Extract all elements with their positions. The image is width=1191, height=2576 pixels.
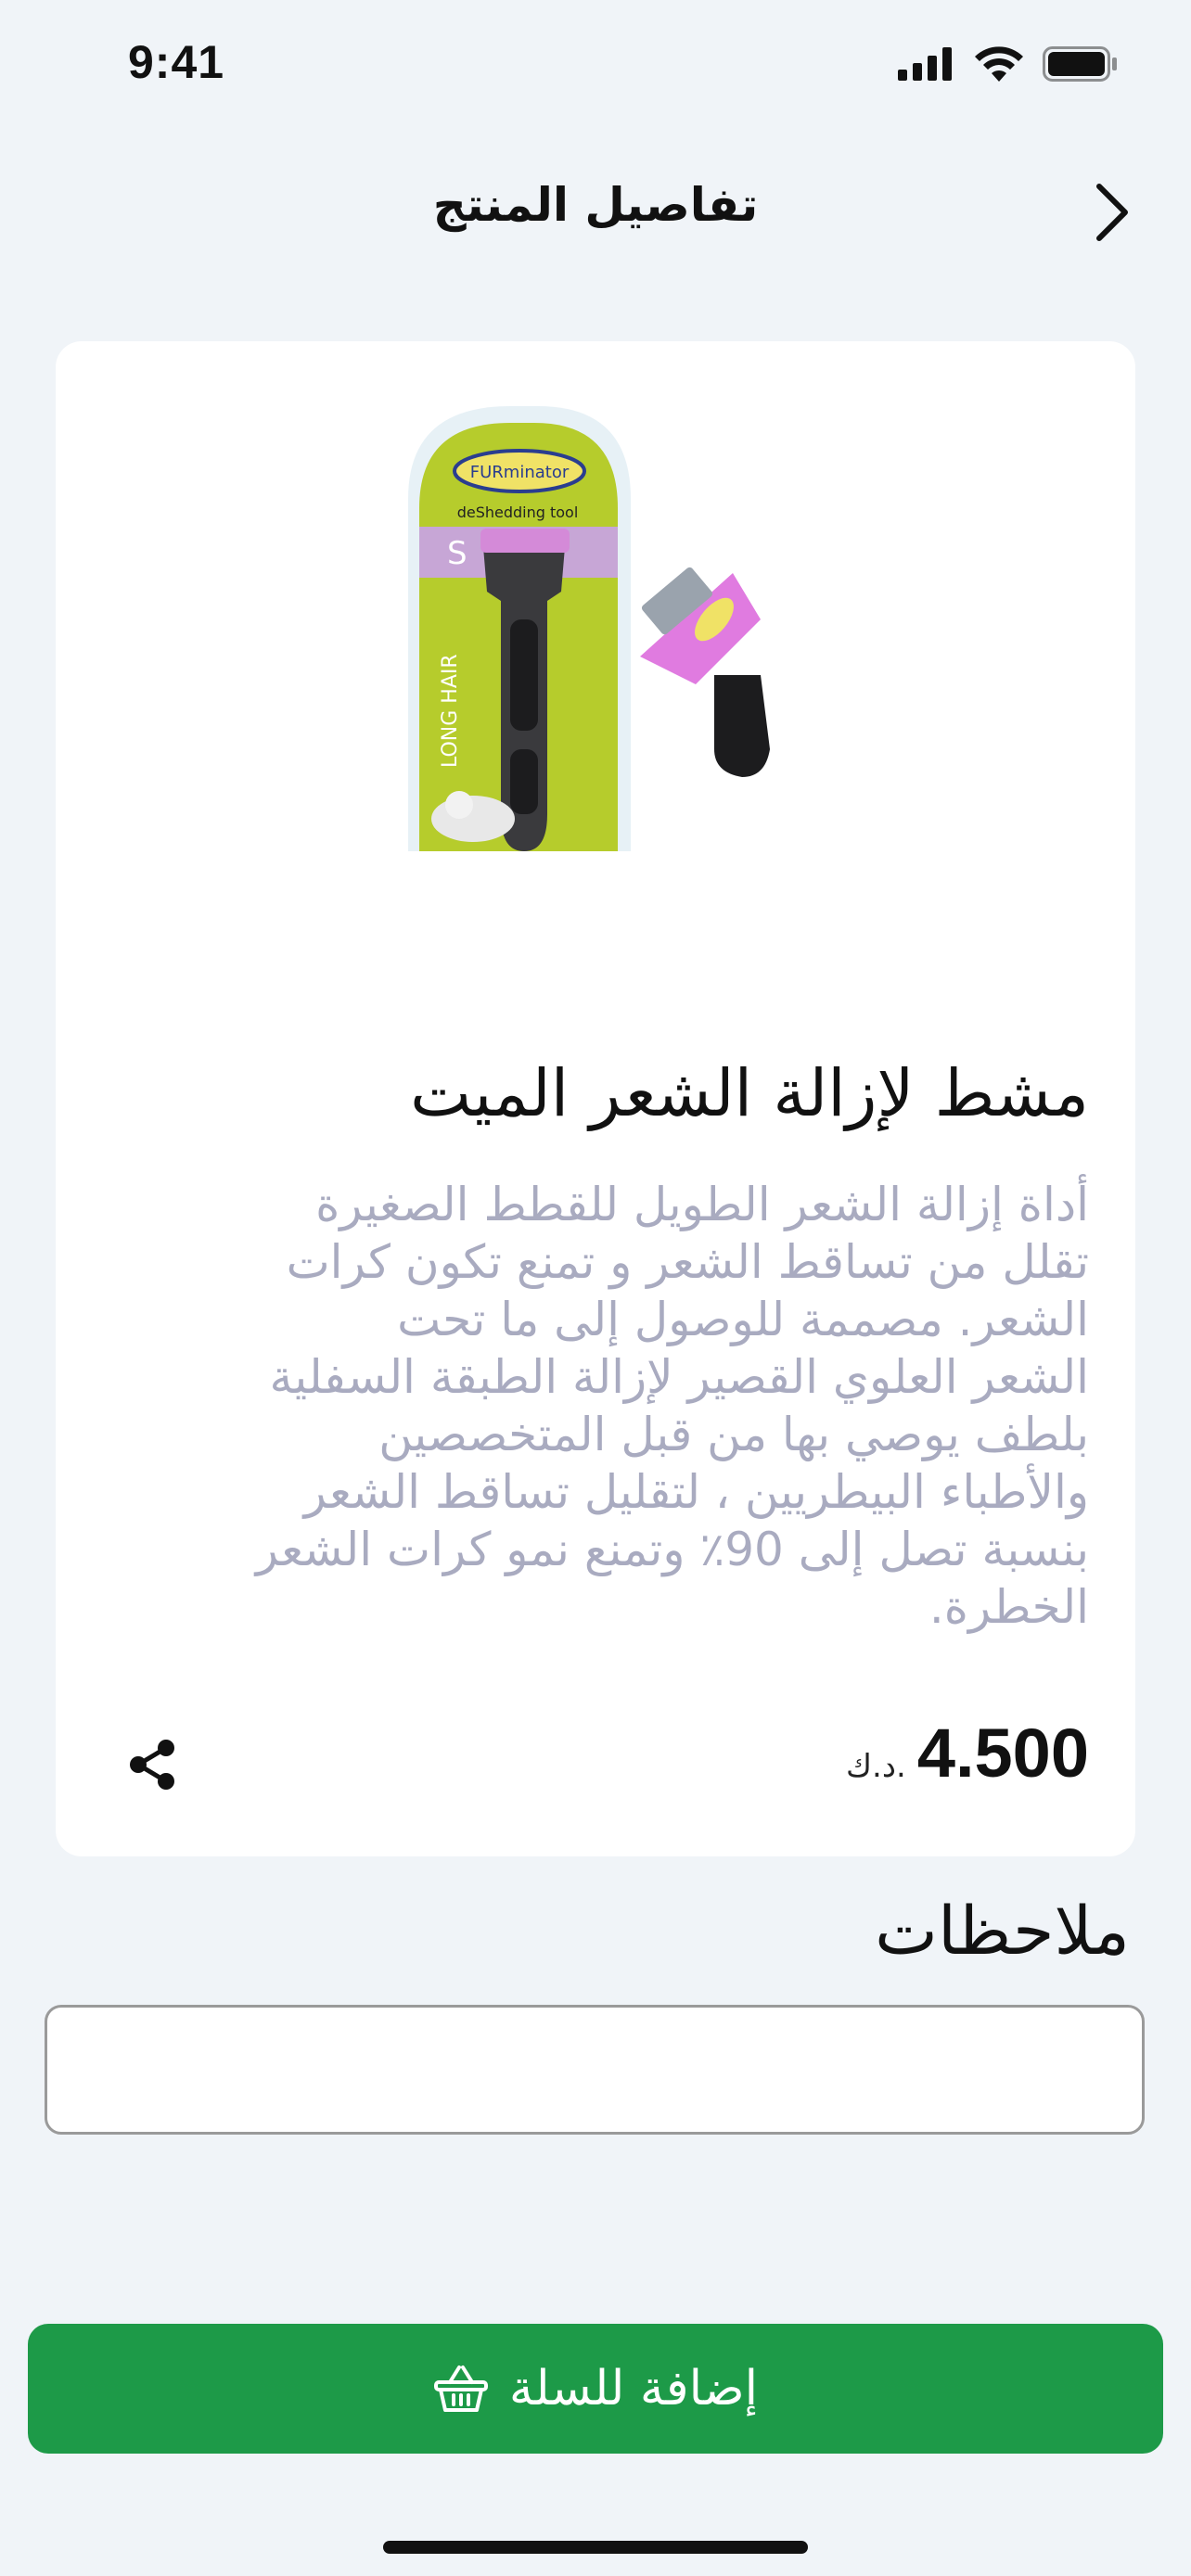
description-line: الخطرة. <box>928 1580 1089 1634</box>
price-currency: د.ك. <box>846 1748 906 1785</box>
description-line: تقلل من تساقط الشعر و تمنع تكون كرات <box>286 1235 1089 1289</box>
add-to-cart-button[interactable]: إضافة للسلة <box>28 2324 1163 2454</box>
product-card: FURminator deShedding tool S LONG HAIR م… <box>56 341 1135 1856</box>
product-name: مشط لإزالة الشعر الميت <box>410 1055 1089 1131</box>
description-line: والأطباء البيطريين ، لتقليل تساقط الشعر <box>303 1465 1089 1519</box>
home-indicator <box>383 2541 808 2554</box>
product-image: FURminator deShedding tool S LONG HAIR <box>408 406 770 851</box>
description-line: الشعر. مصممة للوصول إلى ما تحت <box>397 1293 1089 1346</box>
share-button[interactable] <box>111 1723 195 1806</box>
battery-icon <box>1043 46 1117 82</box>
svg-text:deShedding tool: deShedding tool <box>457 504 579 521</box>
notes-input[interactable] <box>45 2005 1145 2135</box>
svg-text:S: S <box>447 535 467 572</box>
description-line: أداة إزالة الشعر الطويل للقطط الصغيرة <box>315 1178 1089 1231</box>
description-line: الشعر العلوي القصير لإزالة الطبقة السفلي… <box>269 1350 1089 1404</box>
status-bar: 9:41 <box>0 0 1191 139</box>
navigation-bar: تفاصيل المنتج <box>0 158 1191 260</box>
description-line: بنسبة تصل إلى 90٪ وتمنع نمو كرات الشعر <box>255 1523 1089 1576</box>
wifi-icon <box>975 46 1023 82</box>
add-to-cart-label: إضافة للسلة <box>508 2361 759 2417</box>
product-description: أداة إزالة الشعر الطويل للقطط الصغيرة تق… <box>180 1176 1089 1636</box>
basket-icon <box>433 2366 488 2412</box>
status-icons <box>898 46 1119 82</box>
product-price: د.ك. 4.500 <box>846 1714 1089 1792</box>
description-line: بلطف يوصي بها من قبل المتخصصين <box>378 1408 1089 1461</box>
svg-text:FURminator: FURminator <box>470 463 570 482</box>
svg-text:LONG HAIR: LONG HAIR <box>439 654 462 768</box>
chevron-right-icon <box>1096 184 1128 241</box>
status-time: 9:41 <box>128 36 225 88</box>
back-button[interactable] <box>1070 171 1154 254</box>
price-row: د.ك. 4.500 <box>56 1714 1135 1816</box>
share-icon <box>130 1740 174 1790</box>
notes-label: ملاحظات <box>875 1892 1130 1970</box>
cellular-signal-icon <box>898 47 952 81</box>
page-title: تفاصيل المنتج <box>432 178 759 232</box>
price-value: 4.500 <box>916 1715 1089 1792</box>
